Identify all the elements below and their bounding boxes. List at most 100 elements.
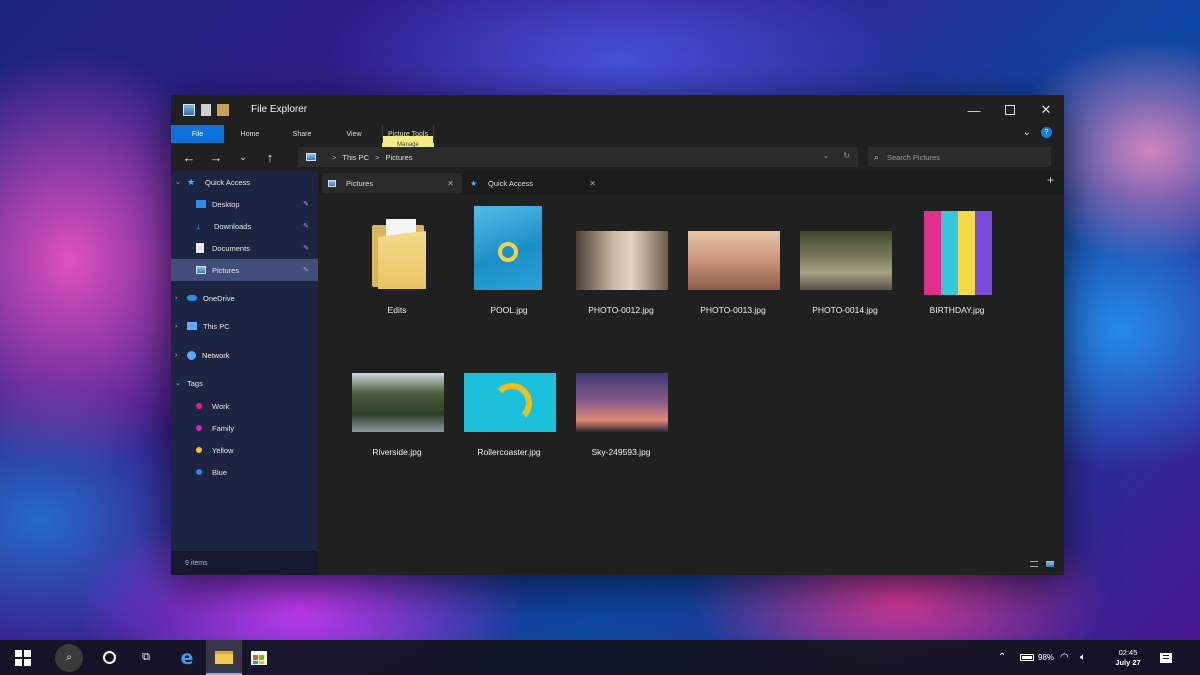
store-taskbar-button[interactable] [246, 640, 272, 675]
show-hidden-icons-button[interactable]: ⌃ [998, 640, 1014, 675]
breadcrumb-this-pc[interactable]: This PC [342, 153, 369, 162]
tab-quick-access[interactable]: ★ Quick Access ✕ [464, 173, 604, 193]
sidebar-item-label: Network [202, 350, 230, 360]
chevron-down-icon[interactable]: ⌄ [175, 379, 187, 387]
edge-icon: e [180, 646, 194, 669]
chevron-right-icon[interactable]: › [175, 295, 187, 302]
start-button[interactable] [8, 640, 38, 675]
file-item-photo-0014[interactable]: PHOTO-0014.jpg [790, 213, 900, 323]
file-name: PHOTO-0014.jpg [812, 305, 878, 315]
windows-logo-icon [15, 649, 31, 666]
sidebar-item-quick-access[interactable]: ⌄ ★ Quick Access [171, 171, 318, 193]
address-bar[interactable]: > This PC > Pictures ⌄ ↻ [298, 147, 858, 167]
tab-picture-tools[interactable]: Picture Tools [382, 125, 434, 143]
file-item-birthday[interactable]: BIRTHDAY.jpg [902, 211, 1012, 323]
file-explorer-taskbar-button[interactable] [206, 640, 242, 675]
battery-indicator[interactable]: 98% [1020, 640, 1054, 675]
file-item-riverside[interactable]: Riverside.jpg [342, 355, 452, 465]
minimize-icon: — [967, 102, 981, 118]
action-center-button[interactable] [1160, 640, 1180, 675]
pictures-icon[interactable] [183, 104, 195, 116]
image-thumbnail [800, 231, 892, 290]
up-button[interactable]: ↑ [261, 148, 279, 166]
sidebar-item-label: This PC [203, 321, 230, 331]
sidebar-item-onedrive[interactable]: › OneDrive [171, 287, 318, 309]
sidebar-item-tags[interactable]: ⌄ Tags [171, 372, 318, 394]
sidebar-item-tag-yellow[interactable]: Yellow [171, 439, 318, 461]
close-button[interactable]: ✕ [1028, 95, 1064, 125]
search-icon: ⌕ [874, 151, 880, 162]
pin-icon[interactable]: ✎ [303, 222, 309, 230]
address-dropdown-icon[interactable]: ⌄ [823, 151, 830, 160]
close-tab-icon[interactable]: ✕ [447, 179, 454, 188]
minimize-button[interactable]: — [956, 95, 992, 125]
help-icon[interactable]: ? [1041, 127, 1052, 138]
pin-icon[interactable]: ✎ [303, 266, 309, 274]
tab-pictures[interactable]: Pictures ✕ [322, 173, 462, 193]
file-item-pool[interactable]: POOL.jpg [454, 206, 564, 323]
sidebar-item-desktop[interactable]: Desktop ✎ [171, 193, 318, 215]
file-item-photo-0013[interactable]: PHOTO-0013.jpg [678, 213, 788, 323]
pin-icon[interactable]: ✎ [303, 244, 309, 252]
desktop-icon [196, 200, 206, 208]
tag-dot-icon [196, 447, 202, 453]
sidebar-item-tag-blue[interactable]: Blue [171, 461, 318, 483]
file-item-edits[interactable]: Edits [342, 213, 452, 323]
file-item-rollercoaster[interactable]: Rollercoaster.jpg [454, 355, 564, 465]
large-icons-view-icon[interactable] [1046, 561, 1054, 567]
sidebar-item-tag-work[interactable]: Work [171, 395, 318, 417]
sidebar-item-label: Desktop [212, 199, 240, 209]
recent-locations-button[interactable]: ⌄ [234, 148, 252, 166]
edge-taskbar-button[interactable]: e [174, 640, 200, 675]
tab-home[interactable]: Home [224, 125, 276, 143]
search-box[interactable]: ⌕ Search Pictures [868, 147, 1051, 167]
sidebar-item-tag-family[interactable]: Family [171, 417, 318, 439]
tag-dot-icon [196, 469, 202, 475]
tab-view[interactable]: View [328, 125, 380, 143]
tab-label: Pictures [346, 178, 374, 188]
file-name: Edits [387, 305, 407, 315]
file-item-photo-0012[interactable]: PHOTO-0012.jpg [566, 213, 676, 323]
quick-access-toolbar [183, 104, 229, 116]
wifi-icon: ◠ [1060, 652, 1069, 663]
chevron-right-icon[interactable]: › [175, 323, 187, 330]
file-name: Riverside.jpg [372, 447, 422, 457]
volume-button[interactable]: 🔈︎ [1080, 640, 1094, 675]
expand-ribbon-chevron-icon[interactable]: ⌄ [1023, 127, 1031, 138]
sidebar-item-label: Work [212, 401, 230, 411]
new-tab-button[interactable]: + [1047, 173, 1054, 187]
cortana-button[interactable] [96, 640, 122, 675]
breadcrumb-pictures[interactable]: Pictures [385, 153, 412, 162]
tab-share[interactable]: Share [276, 125, 328, 143]
sidebar-item-pictures[interactable]: Pictures ✎ [171, 259, 318, 281]
task-view-button[interactable]: ⧉ [134, 640, 158, 675]
chevron-down-icon[interactable]: ⌄ [175, 178, 187, 186]
document-icon[interactable] [201, 104, 211, 116]
details-view-icon[interactable] [1030, 561, 1038, 567]
taskbar-search-button[interactable]: ⌕ [54, 640, 84, 675]
title-bar[interactable]: File Explorer — ✕ [171, 95, 1064, 125]
folder-icon[interactable] [217, 104, 229, 116]
notification-icon [1160, 652, 1172, 663]
chevron-right-icon[interactable]: › [175, 352, 187, 359]
sidebar-item-label: Documents [212, 243, 250, 253]
sidebar-item-label: Yellow [212, 445, 234, 455]
tab-file[interactable]: File [171, 125, 224, 143]
ribbon: Manage File Home Share View Picture Tool… [171, 125, 1064, 153]
pin-icon[interactable]: ✎ [303, 200, 309, 208]
forward-button[interactable]: → [207, 148, 225, 166]
close-tab-icon[interactable]: ✕ [589, 179, 596, 188]
refresh-icon[interactable]: ↻ [843, 151, 850, 160]
clock-time: 02:45 [1118, 648, 1138, 657]
sidebar-item-downloads[interactable]: ↓ Downloads ✎ [171, 215, 318, 237]
file-name: PHOTO-0013.jpg [700, 305, 766, 315]
back-button[interactable]: ← [180, 148, 198, 166]
sidebar-item-label: Blue [212, 467, 228, 477]
wifi-button[interactable]: ◠ [1060, 640, 1074, 675]
maximize-button[interactable] [992, 95, 1028, 125]
sidebar-item-documents[interactable]: Documents ✎ [171, 237, 318, 259]
file-item-sky[interactable]: Sky-249593.jpg [566, 355, 676, 465]
sidebar-item-this-pc[interactable]: › This PC [171, 315, 318, 337]
clock[interactable]: 02:45 July 27 [1108, 648, 1148, 668]
sidebar-item-network[interactable]: › Network [171, 344, 318, 366]
